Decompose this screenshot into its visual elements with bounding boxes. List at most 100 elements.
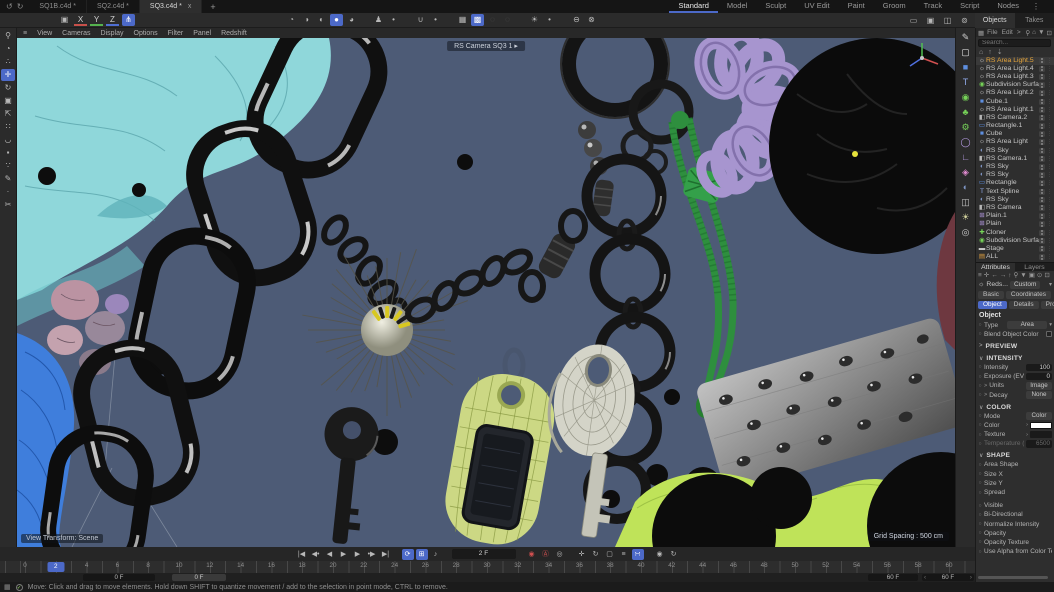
keyframe-dot-icon[interactable]: ○ <box>978 480 982 486</box>
range-end-field[interactable]: 60 F <box>868 574 918 581</box>
forward-icon[interactable]: → <box>1000 272 1007 279</box>
panel-tab-takes[interactable]: Takes <box>1015 13 1054 28</box>
home-icon[interactable]: ⌂ <box>1032 29 1036 37</box>
section-caret-icon[interactable]: > <box>979 343 983 349</box>
track-icon[interactable]: ⊙ <box>1037 271 1042 279</box>
interactive-render-button[interactable]: ◐ <box>315 14 328 26</box>
objects-grid-icon[interactable]: ▦ <box>978 29 984 37</box>
pla-key-button[interactable]: ∺ <box>632 549 644 560</box>
section-header-shape[interactable]: ∨SHAPE <box>976 451 1054 460</box>
object-list-item[interactable]: ■Cube.1⋮ <box>976 97 1054 105</box>
previous-key-button[interactable]: ◀• <box>310 549 322 560</box>
snap-settings-tool[interactable]: ∷ <box>1 121 15 133</box>
object-row-dots[interactable]: ⋮ <box>1047 214 1052 218</box>
spline-arc-tool[interactable]: ◡ <box>1 134 15 146</box>
next-key-button[interactable]: •▶ <box>366 549 378 560</box>
object-row-dots[interactable]: ⋮ <box>1047 100 1052 104</box>
object-row-dots[interactable]: ⋮ <box>1047 173 1052 177</box>
keyframe-dot-icon[interactable]: ○ <box>978 364 982 370</box>
keyframe-dot-icon[interactable]: ○ <box>978 374 982 380</box>
layout-tab-paint[interactable]: Paint <box>839 0 874 13</box>
visibility-toggle[interactable] <box>1039 254 1045 260</box>
subdivision-surface-icon[interactable]: ◉ <box>958 91 974 103</box>
range-start-field[interactable]: 0 F <box>83 574 155 581</box>
visibility-toggle[interactable] <box>1039 230 1045 236</box>
attribute-checkbox[interactable] <box>1046 331 1052 337</box>
x-axis-button[interactable]: X <box>74 14 87 26</box>
object-row-dots[interactable]: ⋮ <box>1047 59 1052 63</box>
scale-tool[interactable]: ▣ <box>1 95 15 107</box>
object-row-dots[interactable]: ⋮ <box>1047 255 1052 259</box>
z-axis-button[interactable]: Z <box>106 14 119 26</box>
expand-caret-icon[interactable]: > <box>984 392 987 398</box>
keyframe-dot-icon[interactable]: ○ <box>978 549 982 555</box>
search-icon[interactable]: ⚲ <box>1014 271 1019 279</box>
object-list-item[interactable]: ◧RS Camera⋮ <box>976 204 1054 212</box>
status-grid-icon[interactable]: ▦ <box>4 583 11 591</box>
object-list-item[interactable]: TText Spline⋮ <box>976 188 1054 196</box>
visibility-toggle[interactable] <box>1039 172 1045 178</box>
object-row-dots[interactable]: ⋮ <box>1047 181 1052 185</box>
object-list-item[interactable]: ◐RS Sky⋮ <box>976 171 1054 179</box>
object-list-item[interactable]: ■Cube⋮ <box>976 130 1054 138</box>
keyframe-dot-icon[interactable]: ○ <box>978 462 982 468</box>
pen-tool[interactable]: ✎ <box>1 173 15 185</box>
object-list-item[interactable]: ▬Stage⋮ <box>976 245 1054 253</box>
texture-field[interactable] <box>1030 431 1052 438</box>
undo-icon[interactable]: ↺ <box>6 2 13 11</box>
visibility-toggle[interactable] <box>1039 246 1045 252</box>
objects-menu-file[interactable]: File <box>987 29 997 36</box>
next-frame-button[interactable]: ▶ <box>352 549 364 560</box>
play-button[interactable]: ▶ <box>338 549 350 560</box>
object-row-dots[interactable]: ⋮ <box>1047 206 1052 210</box>
filter-icon[interactable]: ▼ <box>1038 29 1044 37</box>
visibility-toggle[interactable] <box>1039 205 1045 211</box>
coordinate-system-button[interactable]: ⋔ <box>122 14 135 26</box>
filter-icon[interactable]: ▼ <box>1020 272 1026 279</box>
layout-tab-uv-edit[interactable]: UV Edit <box>795 0 838 13</box>
generator-icon[interactable]: ⚙ <box>958 121 974 133</box>
attribute-value-button[interactable]: Color <box>1026 412 1052 420</box>
object-row-dots[interactable]: ⋮ <box>1047 116 1052 120</box>
simulation-options-button[interactable]: • <box>429 14 442 26</box>
visibility-toggle[interactable] <box>1039 90 1045 96</box>
attribute-value-field[interactable]: 100 <box>1026 364 1052 372</box>
keyframe-dot-icon[interactable]: ○ <box>978 383 982 389</box>
visibility-toggle[interactable] <box>1039 197 1045 203</box>
section-header-color[interactable]: ∨COLOR <box>976 403 1054 412</box>
object-row-dots[interactable]: ⋮ <box>1047 239 1052 243</box>
rotate-tool[interactable]: ↻ <box>1 82 15 94</box>
render-settings-button[interactable]: ● <box>330 14 343 26</box>
expand-icon[interactable]: ⊡ <box>1044 271 1049 279</box>
object-row-dots[interactable]: ⋮ <box>1047 165 1052 169</box>
viewport-menu-icon[interactable]: ≡ <box>23 30 27 37</box>
workplane-icon[interactable]: ▣ <box>58 14 71 26</box>
rotation-key-button[interactable]: ↻ <box>590 549 602 560</box>
visibility-toggle[interactable] <box>1039 82 1045 88</box>
attr-tab-basic[interactable]: Basic <box>978 291 1004 299</box>
attribute-value-field[interactable]: 6500 <box>1026 440 1052 448</box>
layout-tab-script[interactable]: Script <box>951 0 988 13</box>
viewport-menu-filter[interactable]: Filter <box>168 30 184 37</box>
layout-more-icon[interactable]: ⋮ <box>1028 2 1044 11</box>
edit-render-settings-icon[interactable]: ▣ <box>924 15 937 27</box>
object-list-item[interactable]: ⊞Plain⋮ <box>976 220 1054 228</box>
attribute-value-field[interactable]: 0 <box>1026 373 1052 381</box>
section-header-preview[interactable]: >PREVIEW <box>976 342 1054 351</box>
object-row-dots[interactable]: ⋮ <box>1047 91 1052 95</box>
quantize-snap-button[interactable]: ▩ <box>471 14 484 26</box>
attr-tab-object[interactable]: Object <box>978 301 1007 309</box>
spline-primitive-icon[interactable]: ▢ <box>958 46 974 58</box>
section-caret-icon[interactable]: ∨ <box>979 404 983 411</box>
keyframe-dot-icon[interactable]: ○ <box>978 322 982 328</box>
remove-button[interactable]: ⊖ <box>570 14 583 26</box>
deformer-icon[interactable]: ◈ <box>958 166 974 178</box>
document-tab[interactable]: SQ3.c4d *x <box>140 0 202 13</box>
visibility-toggle[interactable] <box>1039 180 1045 186</box>
attributes-scrollbar[interactable] <box>978 576 1048 579</box>
account-icon[interactable]: ⊚ <box>958 15 971 27</box>
viewport-menu-cameras[interactable]: Cameras <box>62 30 90 37</box>
attribute-dropdown[interactable]: Area <box>1007 321 1047 329</box>
object-row-dots[interactable]: ⋮ <box>1047 140 1052 144</box>
spline-circle-icon[interactable]: ◯ <box>958 136 974 148</box>
